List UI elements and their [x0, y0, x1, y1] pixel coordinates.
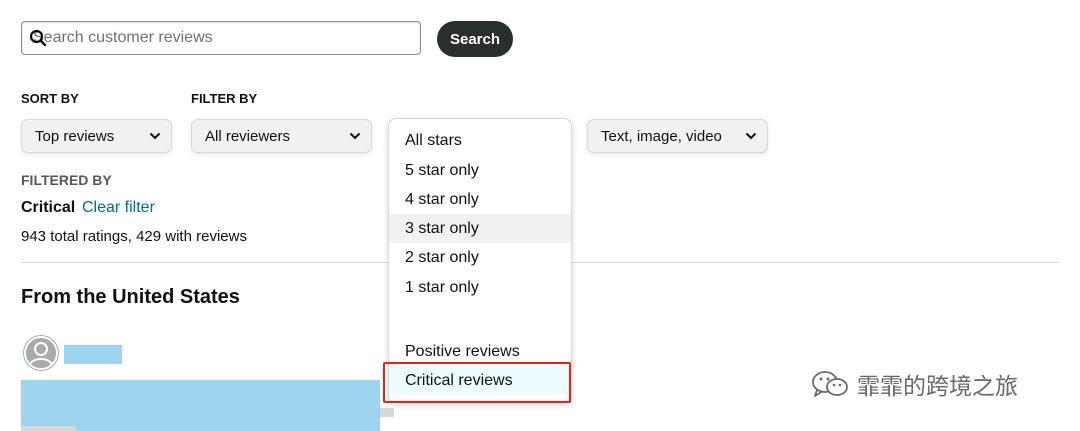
- filter-by-label: FILTER BY: [191, 91, 258, 106]
- menu-item-5-star[interactable]: 5 star only: [389, 156, 571, 185]
- review-content-redacted: [21, 380, 380, 431]
- review-content-fragment: [380, 408, 394, 417]
- sort-by-label: SORT BY: [21, 91, 79, 106]
- reviewers-dropdown[interactable]: All reviewers: [191, 119, 372, 153]
- reviewers-dropdown-value: All reviewers: [205, 127, 291, 145]
- sort-dropdown[interactable]: Top reviews: [21, 119, 172, 153]
- media-type-dropdown-value: Text, image, video: [601, 127, 722, 145]
- clear-filter-link[interactable]: Clear filter: [82, 199, 155, 217]
- avatar: [23, 335, 59, 371]
- review-content-fragment: [21, 426, 76, 431]
- user-icon: [24, 336, 58, 370]
- filtered-by-label: FILTERED BY: [21, 172, 112, 188]
- search-icon: [29, 29, 47, 47]
- active-filter-value: Critical: [21, 199, 76, 216]
- menu-item-4-star[interactable]: 4 star only: [389, 185, 571, 214]
- highlight-annotation: [383, 362, 571, 403]
- menu-item-2-star[interactable]: 2 star only: [389, 243, 571, 272]
- chevron-down-icon: [745, 132, 757, 140]
- search-input[interactable]: [33, 23, 413, 53]
- watermark: 霏霏的跨境之旅: [811, 366, 1018, 402]
- media-type-dropdown[interactable]: Text, image, video: [587, 119, 768, 153]
- watermark-text: 霏霏的跨境之旅: [857, 374, 1018, 400]
- menu-item-3-star[interactable]: 3 star only: [389, 214, 571, 243]
- sort-dropdown-value: Top reviews: [35, 127, 115, 145]
- search-button[interactable]: Search: [437, 21, 513, 57]
- wechat-icon: [812, 371, 848, 397]
- ratings-summary: 943 total ratings, 429 with reviews: [21, 228, 247, 245]
- menu-item-1-star[interactable]: 1 star only: [389, 273, 571, 302]
- chevron-down-icon: [349, 132, 361, 140]
- reviewer-name-redacted: [64, 345, 122, 364]
- reviews-section-title: From the United States: [21, 286, 240, 308]
- menu-item-all-stars[interactable]: All stars: [389, 126, 571, 155]
- chevron-down-icon: [149, 132, 161, 140]
